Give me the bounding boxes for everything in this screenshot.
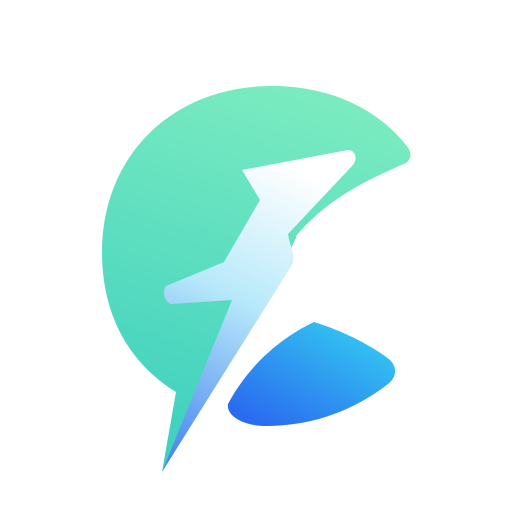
app-icon [0, 0, 512, 512]
lower-wedge-shape [227, 322, 396, 426]
app-icon-svg [102, 86, 411, 472]
